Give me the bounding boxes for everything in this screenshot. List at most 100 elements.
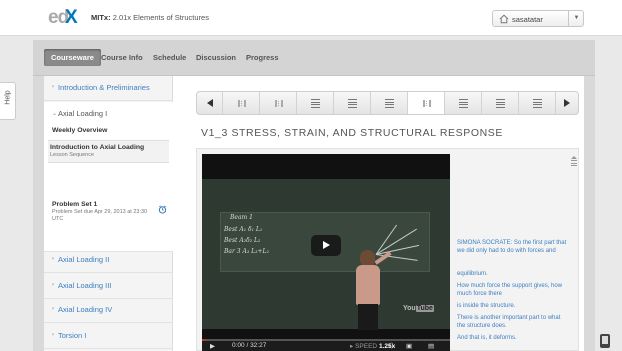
transcript-line[interactable]: And that is, it deforms. [457, 334, 567, 342]
sequence-tab-1[interactable] [223, 92, 260, 114]
sequence-title: Weekly Overview [52, 127, 108, 134]
chevron-right-icon: › [52, 84, 54, 90]
home-icon [499, 14, 509, 24]
next-unit-button[interactable] [553, 92, 579, 114]
chapter-torsion-1[interactable]: › Torsion I [44, 324, 173, 349]
chalk-text: Best A₁ δ₁ L₁ [224, 226, 263, 233]
chalk-text: Beam 1 [230, 214, 253, 221]
youtube-label: You [403, 305, 416, 312]
username[interactable]: sasatatar [512, 15, 543, 24]
chapter-axial-loading-3[interactable]: › Axial Loading III [44, 274, 173, 299]
logo-x: X [65, 7, 78, 28]
tab-courseware[interactable]: Courseware [44, 49, 101, 66]
play-icon [323, 241, 330, 249]
video-icon [275, 100, 283, 107]
mobile-device-icon[interactable] [600, 334, 610, 348]
sequence-tab-5[interactable] [371, 92, 408, 114]
chevron-right-icon: › [52, 332, 54, 338]
text-icon [348, 99, 357, 108]
course-org: MITx: [91, 13, 111, 22]
video-player[interactable]: Beam 1 Best A₁ δ₁ L₁ Best A₂δ₂ L₂ Bar 3 … [202, 154, 450, 351]
chapter-label: Torsion I [58, 331, 87, 340]
captions-icon[interactable]: ▤ [428, 342, 434, 350]
youtube-badge: Tube [415, 305, 434, 312]
courseware-content: › Introduction & Preliminaries ⌄ Axial L… [44, 76, 584, 351]
sequence-tab-7[interactable] [445, 92, 482, 114]
previous-unit-button[interactable] [197, 92, 223, 114]
transcript-line[interactable]: There is another important part to what … [457, 314, 567, 330]
chevron-right-icon: › [52, 282, 54, 288]
sequence-introduction-axial-loading[interactable]: Introduction to Axial Loading Lesson Seq… [48, 140, 169, 163]
chalk-text: Bar 3 A₃ L₃+L₂ [224, 248, 269, 255]
video-module: Beam 1 Best A₁ δ₁ L₁ Best A₂δ₂ L₂ Bar 3 … [196, 148, 579, 351]
chevron-right-icon: › [52, 306, 54, 312]
sequence-due-date: Problem Set due Apr 29, 2013 at 23:30 UT… [52, 209, 148, 222]
sequence-tab-3[interactable] [297, 92, 334, 114]
sequence-navigation [196, 91, 579, 115]
video-time: 0:00 / 32:27 [232, 342, 267, 349]
text-icon [533, 99, 542, 108]
arrow-right-icon [564, 99, 570, 107]
chevron-down-icon: ⌄ [52, 111, 58, 117]
video-transcript: SIMONA SOCRATE: So the first part that w… [457, 156, 577, 351]
tab-progress[interactable]: Progress [246, 49, 279, 66]
help-label: Help [4, 90, 12, 105]
sequence-tab-9[interactable] [519, 92, 556, 114]
play-control-icon[interactable]: ▶ [210, 342, 215, 350]
fullscreen-icon[interactable]: ▣ [406, 342, 412, 350]
clock-icon [158, 205, 167, 214]
unit-title: V1_3 STRESS, STRAIN, AND STRUCTURAL RESP… [201, 127, 503, 139]
tab-schedule[interactable]: Schedule [153, 49, 186, 66]
course-title: MITx: 2.01x Elements of Structures [91, 13, 209, 22]
text-icon [385, 99, 394, 108]
tab-discussion[interactable]: Discussion [196, 49, 236, 66]
course-tabs: Courseware Course Info Schedule Discussi… [33, 40, 595, 76]
text-icon [459, 99, 468, 108]
sequence-subtitle: Lesson Sequence [50, 152, 95, 158]
transcript-line[interactable]: How much force the support gives, how mu… [457, 282, 567, 298]
chapter-label: Axial Loading I [58, 109, 108, 118]
top-header: ed X MITx: 2.01x Elements of Structures … [0, 0, 622, 36]
course-navigation-sidebar: › Introduction & Preliminaries ⌄ Axial L… [44, 76, 173, 351]
play-button[interactable] [311, 235, 341, 256]
chapter-axial-loading-1[interactable]: ⌄ Axial Loading I Weekly Overview Introd… [44, 102, 173, 252]
course-frame: Courseware Course Info Schedule Discussi… [33, 40, 595, 351]
video-icon [238, 100, 246, 107]
chapter-introduction[interactable]: › Introduction & Preliminaries [44, 76, 173, 101]
lecturer [356, 250, 392, 330]
chapter-label: Axial Loading II [58, 255, 110, 264]
transcript-line[interactable]: equilibrium. [457, 270, 567, 278]
sequence-title: Problem Set 1 [52, 201, 98, 208]
arrow-left-icon [207, 99, 213, 107]
chalk-text: Best A₂δ₂ L₂ [224, 237, 261, 244]
sequence-tab-4[interactable] [334, 92, 371, 114]
sequence-tab-2[interactable] [260, 92, 297, 114]
sequence-title: Introduction to Axial Loading [50, 144, 145, 151]
chapter-label: Axial Loading IV [58, 305, 113, 314]
transcript-scroll-icon[interactable] [571, 156, 577, 168]
sequence-tab-8[interactable] [482, 92, 519, 114]
help-tab[interactable]: Help [0, 82, 16, 120]
text-icon [496, 99, 505, 108]
youtube-logo[interactable]: YouTube [403, 305, 434, 312]
chapter-label: Introduction & Preliminaries [58, 83, 150, 92]
course-name: 2.01x Elements of Structures [112, 13, 209, 22]
sequence-weekly-overview[interactable]: Weekly Overview [52, 127, 170, 135]
transcript-line[interactable]: is inside the structure. [457, 302, 567, 310]
tab-course-info[interactable]: Course Info [101, 49, 143, 66]
volume-icon[interactable]: ♪) [388, 342, 393, 349]
user-menu-dropdown-icon[interactable]: ▼ [568, 11, 584, 26]
chapter-label: Axial Loading III [58, 281, 112, 290]
chapter-axial-loading-4[interactable]: › Axial Loading IV [44, 298, 173, 323]
sequence-problem-set-1[interactable]: Problem Set 1 Problem Set due Apr 29, 20… [52, 201, 170, 223]
transcript-line[interactable]: SIMONA SOCRATE: So the first part that w… [457, 239, 567, 255]
chevron-right-icon: › [52, 256, 54, 262]
user-menu[interactable]: sasatatar ▼ [492, 10, 584, 27]
sequence-tab-6-active[interactable] [408, 92, 445, 114]
speed-label: SPEED [355, 343, 378, 350]
chapter-axial-loading-2[interactable]: › Axial Loading II [44, 248, 173, 273]
edx-logo[interactable]: ed X [48, 8, 80, 28]
video-controls: ▶ 0:00 / 32:27 ▸ SPEED 1.25x ♪) ▣ ▤ [202, 341, 450, 351]
text-icon [311, 99, 320, 108]
course-unit: V1_3 STRESS, STRAIN, AND STRUCTURAL RESP… [185, 76, 584, 351]
